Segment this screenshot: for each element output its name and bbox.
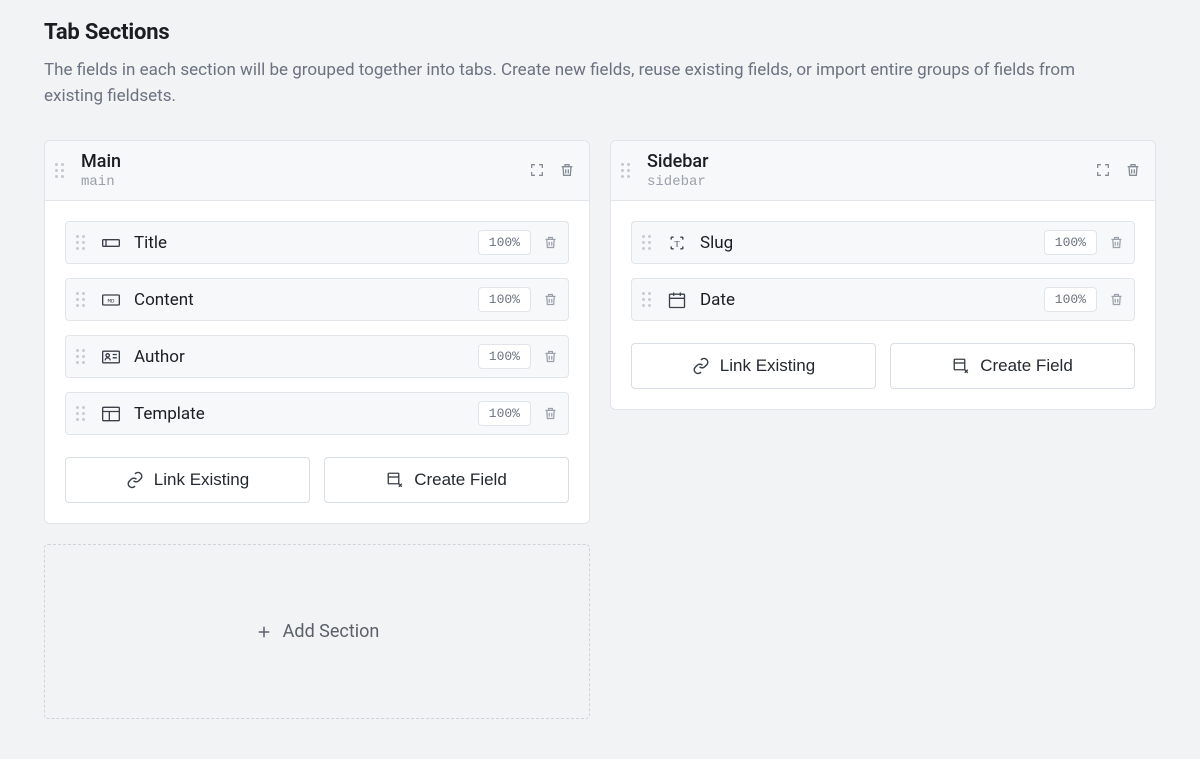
expand-section-button[interactable]: [1095, 162, 1111, 178]
delete-field-button[interactable]: [1109, 235, 1124, 250]
field-label: Content: [134, 290, 478, 310]
field-row[interactable]: Date 100%: [631, 278, 1135, 321]
field-width-badge[interactable]: 100%: [478, 344, 531, 369]
field-label: Author: [134, 347, 478, 367]
field-width-badge[interactable]: 100%: [1044, 230, 1097, 255]
expand-icon: [1095, 162, 1111, 178]
field-row[interactable]: Template 100%: [65, 392, 569, 435]
section-title: Main: [81, 151, 529, 173]
create-field-icon: [386, 471, 404, 489]
drag-handle-icon[interactable]: [76, 292, 88, 307]
button-label: Add Section: [283, 621, 380, 642]
date-field-icon: [666, 289, 688, 311]
field-label: Date: [700, 290, 1044, 310]
field-width-badge[interactable]: 100%: [1044, 287, 1097, 312]
drag-handle-icon[interactable]: [76, 406, 88, 421]
trash-icon: [543, 406, 558, 421]
drag-handle-icon[interactable]: [621, 163, 635, 178]
link-icon: [126, 471, 144, 489]
delete-section-button[interactable]: [559, 162, 575, 178]
field-label: Title: [134, 233, 478, 253]
field-width-badge[interactable]: 100%: [478, 230, 531, 255]
create-field-icon: [952, 357, 970, 375]
button-label: Link Existing: [720, 356, 815, 376]
expand-section-button[interactable]: [529, 162, 545, 178]
trash-icon: [543, 349, 558, 364]
button-label: Link Existing: [154, 470, 249, 490]
section-handle: sidebar: [647, 174, 1095, 190]
section-handle: main: [81, 174, 529, 190]
create-field-button[interactable]: Create Field: [890, 343, 1135, 389]
svg-text:T: T: [674, 239, 679, 248]
field-label: Slug: [700, 233, 1044, 253]
section-title: Sidebar: [647, 151, 1095, 173]
markdown-field-icon: MD: [100, 289, 122, 311]
link-existing-button[interactable]: Link Existing: [65, 457, 310, 503]
trash-icon: [1109, 292, 1124, 307]
user-field-icon: [100, 346, 122, 368]
delete-field-button[interactable]: [543, 349, 558, 364]
plus-icon: [255, 623, 273, 641]
link-icon: [692, 357, 710, 375]
button-label: Create Field: [980, 356, 1073, 376]
add-section-button[interactable]: Add Section: [44, 544, 590, 719]
text-field-icon: [100, 232, 122, 254]
field-width-badge[interactable]: 100%: [478, 401, 531, 426]
trash-icon: [1109, 235, 1124, 250]
page-title: Tab Sections: [44, 20, 1156, 45]
field-row[interactable]: T Slug 100%: [631, 221, 1135, 264]
drag-handle-icon[interactable]: [642, 235, 654, 250]
trash-icon: [543, 235, 558, 250]
delete-field-button[interactable]: [543, 235, 558, 250]
slug-field-icon: T: [666, 232, 688, 254]
trash-icon: [543, 292, 558, 307]
trash-icon: [1125, 162, 1141, 178]
template-field-icon: [100, 403, 122, 425]
create-field-button[interactable]: Create Field: [324, 457, 569, 503]
field-width-badge[interactable]: 100%: [478, 287, 531, 312]
link-existing-button[interactable]: Link Existing: [631, 343, 876, 389]
field-row[interactable]: Author 100%: [65, 335, 569, 378]
drag-handle-icon[interactable]: [55, 163, 69, 178]
drag-handle-icon[interactable]: [76, 235, 88, 250]
field-label: Template: [134, 404, 478, 424]
field-row[interactable]: Title 100%: [65, 221, 569, 264]
drag-handle-icon[interactable]: [76, 349, 88, 364]
expand-icon: [529, 162, 545, 178]
section-card-main: Main main: [44, 140, 590, 525]
delete-field-button[interactable]: [543, 406, 558, 421]
svg-text:MD: MD: [108, 297, 115, 304]
delete-section-button[interactable]: [1125, 162, 1141, 178]
section-card-sidebar: Sidebar sidebar: [610, 140, 1156, 411]
trash-icon: [559, 162, 575, 178]
page-description: The fields in each section will be group…: [44, 57, 1094, 110]
button-label: Create Field: [414, 470, 507, 490]
delete-field-button[interactable]: [1109, 292, 1124, 307]
delete-field-button[interactable]: [543, 292, 558, 307]
field-row[interactable]: MD Content 100%: [65, 278, 569, 321]
drag-handle-icon[interactable]: [642, 292, 654, 307]
